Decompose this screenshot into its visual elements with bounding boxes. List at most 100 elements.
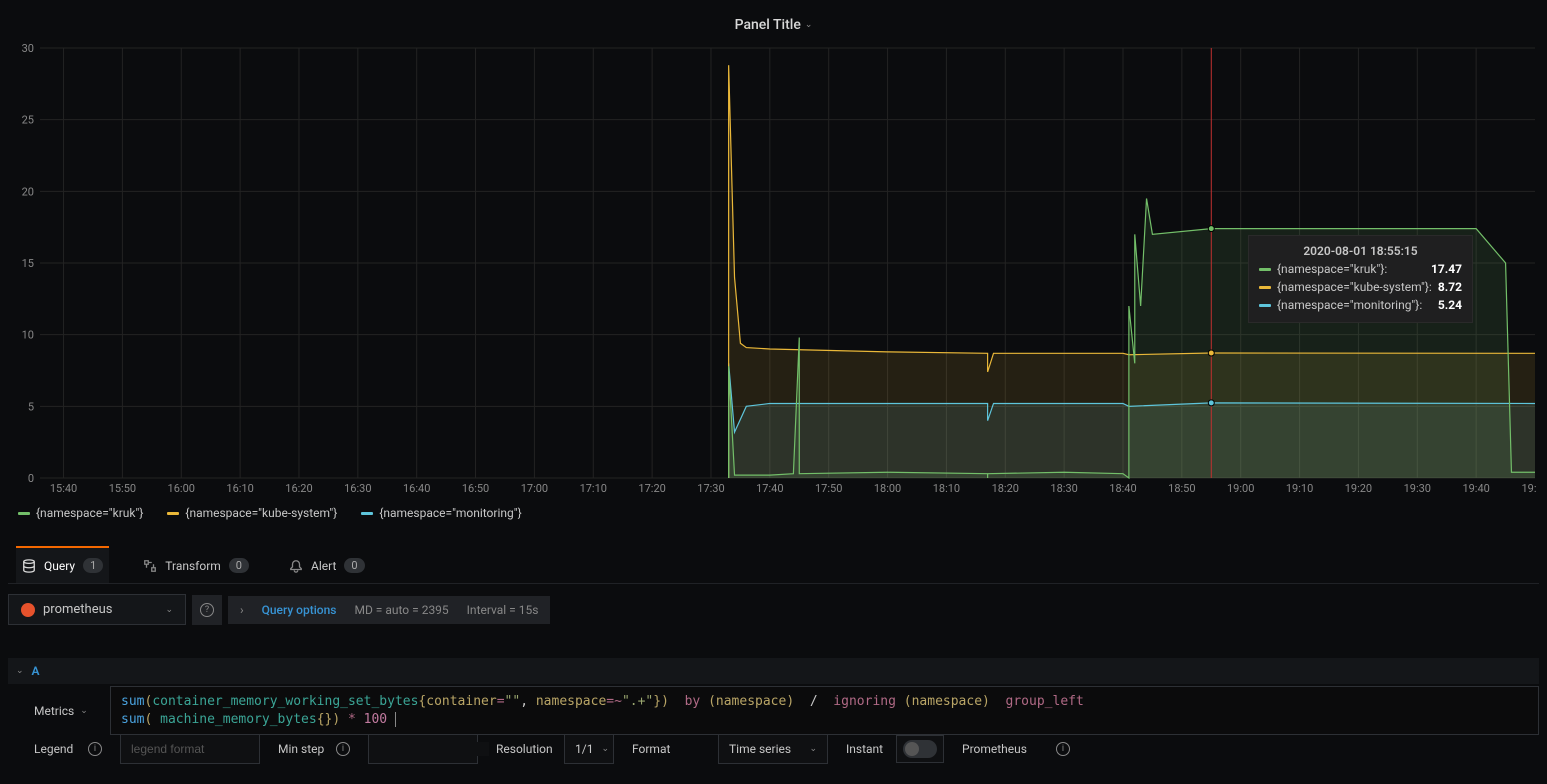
resolution-select[interactable]: 1/1 ⌄ [564, 734, 614, 764]
tab-badge: 0 [344, 558, 364, 573]
instant-label: Instant [836, 735, 888, 763]
tooltip-timestamp: 2020-08-01 18:55:15 [1259, 244, 1462, 258]
prometheus-icon [21, 603, 35, 617]
svg-text:25: 25 [22, 114, 34, 127]
prometheus-label: Prometheus i [952, 735, 1080, 763]
svg-text:20: 20 [22, 185, 34, 198]
legend-input-wrap [120, 734, 260, 764]
tab-label: Transform [165, 559, 221, 573]
chevron-down-icon: ⌄ [809, 744, 817, 754]
svg-text:17:20: 17:20 [638, 482, 665, 495]
chevron-down-icon: ⌄ [805, 20, 813, 30]
tab-badge: 0 [229, 558, 249, 573]
query-option-interval: Interval = 15s [467, 603, 539, 617]
svg-text:15:40: 15:40 [50, 482, 77, 495]
query-options-bar[interactable]: › Query options MD = auto = 2395 Interva… [228, 596, 550, 624]
tab-alert[interactable]: Alert 0 [283, 546, 371, 583]
datasource-help-button[interactable]: ? [192, 595, 222, 625]
legend-label: {namespace="kruk"} [36, 506, 143, 520]
query-letter: A [32, 664, 40, 678]
panel-title[interactable]: Panel Title ⌄ [735, 17, 813, 33]
chevron-down-icon: ⌄ [16, 666, 24, 676]
tooltip-row: {namespace="kruk"}: 17.47 [1259, 260, 1462, 278]
svg-text:17:00: 17:00 [521, 482, 548, 495]
legend-item[interactable]: {namespace="monitoring"} [361, 506, 521, 520]
tab-transform[interactable]: Transform 0 [137, 546, 255, 583]
instant-switch[interactable] [903, 740, 937, 758]
svg-text:17:10: 17:10 [580, 482, 607, 495]
resolution-label: Resolution [486, 735, 556, 763]
query-option-md: MD = auto = 2395 [354, 603, 448, 617]
svg-text:5: 5 [28, 400, 34, 413]
tooltip-row: {namespace="monitoring"}: 5.24 [1259, 296, 1462, 314]
svg-text:19:20: 19:20 [1345, 482, 1372, 495]
swatch-icon [1259, 286, 1271, 289]
chevron-right-icon: › [240, 603, 244, 617]
svg-text:18:50: 18:50 [1168, 482, 1195, 495]
svg-text:15:50: 15:50 [109, 482, 136, 495]
svg-text:18:10: 18:10 [933, 482, 960, 495]
format-label: Format [622, 735, 710, 763]
database-icon [22, 559, 36, 573]
query-options-label: Query options [262, 603, 337, 617]
svg-text:0: 0 [28, 472, 34, 485]
svg-text:15: 15 [22, 257, 34, 270]
svg-text:16:30: 16:30 [344, 482, 371, 495]
svg-text:17:50: 17:50 [815, 482, 842, 495]
svg-text:16:20: 16:20 [285, 482, 312, 495]
info-icon[interactable]: i [336, 742, 350, 756]
panel-tabs: Query 1 Transform 0 Alert 0 [8, 544, 1539, 584]
svg-text:17:30: 17:30 [697, 482, 724, 495]
bell-icon [289, 559, 303, 573]
query-header: prometheus ⌄ ? › Query options MD = auto… [8, 594, 1539, 625]
svg-text:19:00: 19:00 [1227, 482, 1254, 495]
chart-tooltip: 2020-08-01 18:55:15 {namespace="kruk"}: … [1248, 235, 1473, 323]
svg-text:17:40: 17:40 [756, 482, 783, 495]
promql-input[interactable]: sum(container_memory_working_set_bytes{c… [110, 686, 1539, 735]
query-controls-row: Legend i Min step i Resolution 1/1 ⌄ For… [24, 734, 1539, 764]
svg-text:16:10: 16:10 [226, 482, 253, 495]
svg-text:16:50: 16:50 [462, 482, 489, 495]
tooltip-value: 5.24 [1438, 296, 1462, 314]
chevron-down-icon: ⌄ [165, 605, 173, 615]
info-icon[interactable]: i [88, 742, 102, 756]
tab-query[interactable]: Query 1 [16, 546, 109, 583]
svg-text:16:40: 16:40 [403, 482, 430, 495]
minstep-input[interactable] [379, 742, 489, 756]
swatch-icon [361, 512, 373, 515]
chevron-down-icon: ⌄ [80, 706, 88, 716]
tab-badge: 1 [83, 558, 103, 573]
tooltip-row: {namespace="kube-system"}: 8.72 [1259, 278, 1462, 296]
format-select[interactable]: Time series ⌄ [718, 734, 828, 764]
instant-switch-wrap [896, 735, 944, 763]
svg-text:30: 30 [22, 42, 34, 55]
svg-text:18:00: 18:00 [874, 482, 901, 495]
info-icon[interactable]: i [1056, 742, 1070, 756]
question-icon: ? [200, 603, 214, 617]
datasource-select[interactable]: prometheus ⌄ [8, 594, 186, 625]
tooltip-value: 8.72 [1438, 278, 1462, 296]
svg-text:18:20: 18:20 [992, 482, 1019, 495]
metrics-label[interactable]: Metrics ⌄ [24, 686, 102, 735]
swatch-icon [1259, 268, 1271, 271]
minstep-input-wrap [368, 734, 478, 764]
legend-item[interactable]: {namespace="kruk"} [18, 506, 143, 520]
svg-text:19:10: 19:10 [1286, 482, 1313, 495]
chevron-down-icon: ⌄ [601, 744, 609, 754]
svg-text:19:30: 19:30 [1404, 482, 1431, 495]
tooltip-label: {namespace="monitoring"}: [1277, 296, 1422, 314]
minstep-label: Min step i [268, 735, 360, 763]
legend-input[interactable] [131, 742, 241, 756]
svg-text:18:40: 18:40 [1109, 482, 1136, 495]
datasource-name: prometheus [43, 602, 112, 617]
query-a-header[interactable]: ⌄ A [8, 658, 1539, 684]
legend-label: {namespace="kube-system"} [185, 506, 337, 520]
legend-label: Legend i [24, 735, 112, 763]
svg-text:19:40: 19:40 [1462, 482, 1489, 495]
legend-item[interactable]: {namespace="kube-system"} [167, 506, 337, 520]
svg-text:19:: 19: [1521, 482, 1536, 495]
svg-text:18:30: 18:30 [1050, 482, 1077, 495]
tooltip-value: 17.47 [1431, 260, 1462, 278]
tooltip-label: {namespace="kube-system"}: [1277, 278, 1432, 296]
swatch-icon [1259, 304, 1271, 307]
